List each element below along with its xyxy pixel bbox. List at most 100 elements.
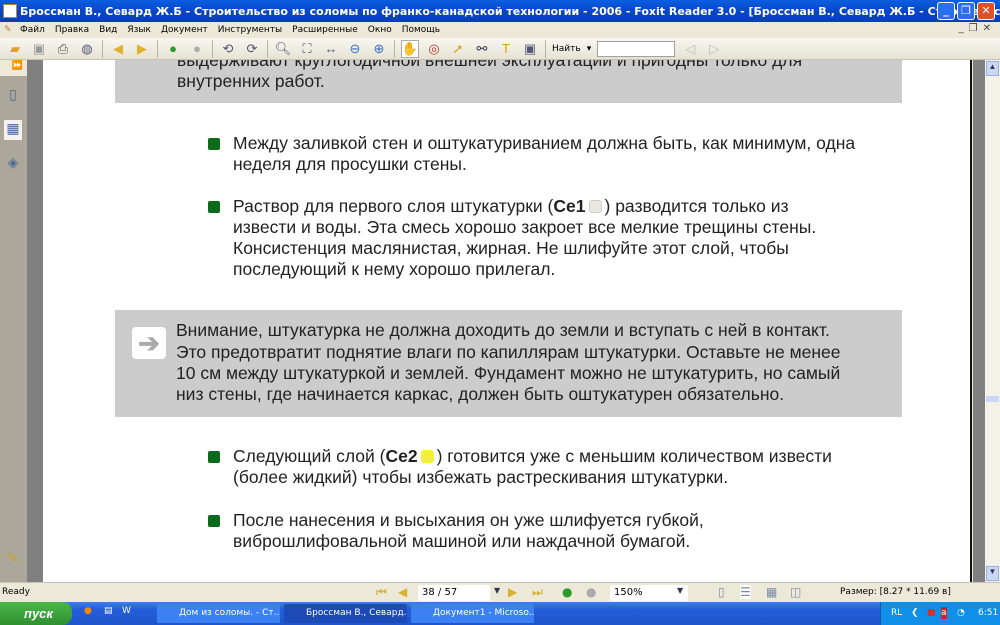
task-foxit[interactable]: Броссман В., Севард... [284,604,407,623]
menu-language[interactable]: Язык [127,25,151,35]
continuous-icon[interactable]: ☰ [740,585,751,599]
attachments-icon[interactable]: ✎ [4,550,22,570]
expand-pane-icon[interactable]: ⏩ [0,60,27,76]
find-label[interactable]: Найть [552,44,581,54]
save-icon[interactable]: ▣ [30,40,48,58]
rotate-right-icon[interactable]: ⟳ [243,40,261,58]
text-line: 10 см между штукатуркой и землей. Фундам… [176,363,841,383]
select-arrow-icon[interactable]: ➚ [449,40,467,58]
zoom-out-icon[interactable]: ⊖ [346,40,364,58]
hand-tool-icon[interactable]: ✋ [401,39,419,58]
warning-callout: ➔ Внимание, штукатурка не должна доходит… [115,310,902,417]
status-bar: Ready ⏮ ◀ 38 / 57 ▼ ▶ ⏭ ● ● 150% ▼ ▯ ☰ ▦… [0,582,1000,602]
color-swatch [420,450,434,463]
back-icon[interactable]: ● [562,585,572,599]
next-page-icon[interactable]: ▶ [508,585,517,599]
menu-advanced[interactable]: Расширенные [292,25,358,35]
fit-page-icon[interactable]: ⛶ [298,40,316,58]
find-input[interactable] [597,40,676,57]
firefox-icon[interactable]: ● [84,606,92,616]
bullet-icon [208,515,220,527]
find-dropdown-icon[interactable]: ▾ [587,44,592,54]
notepad-icon[interactable]: ▤ [104,606,113,616]
prev-page-icon[interactable]: ◀ [109,40,127,58]
glasses-icon[interactable]: ◎ [425,40,443,58]
text-line: (более жидкий) чтобы избежать растрескив… [233,467,729,487]
minimize-button[interactable]: _ [937,2,955,20]
text-line: неделя для просушки стены. [233,154,467,174]
page-number-input[interactable]: 38 / 57 [418,585,490,601]
close-button[interactable]: ✕ [977,2,995,20]
first-page-icon[interactable]: ⏮ [376,585,387,600]
layers-icon[interactable]: ◈ [4,154,22,174]
find-next-icon[interactable]: ▷ [705,40,723,58]
rotate-left-icon[interactable]: ⟲ [219,40,237,58]
continuous-facing-icon[interactable]: ◫ [790,585,801,599]
vertical-scrollbar[interactable]: ▲ ▼ [985,60,1000,582]
status-text: Ready [2,587,30,597]
text-line: Следующий слой (Се2) готовится уже с мен… [233,446,832,467]
text-line: Консистенция маслянистая, жирная. Не шли… [233,238,789,258]
last-page-icon[interactable]: ⏭ [532,585,543,600]
text-line: последующий к нему хорошо прилегал. [233,259,556,279]
menu-view[interactable]: Вид [99,25,117,35]
pdf-page: выдерживают круглогодичной внешней экспл… [43,60,972,582]
task-word[interactable]: Документ1 - Microso... [411,604,534,623]
facing-icon[interactable]: ▦ [766,585,777,599]
zoom-icon[interactable]: 🔍︎ [274,40,292,58]
menu-file[interactable]: Файл [20,25,45,35]
title-bar: Броссман В., Севард Ж.Б - Строительство … [0,0,1000,22]
snapshot-icon[interactable]: ▣ [521,40,539,58]
forward-icon[interactable]: ● [586,585,596,599]
text-select-icon[interactable]: T [497,40,515,58]
text-run: Следующий слой ( [233,446,386,466]
bookmarks-icon[interactable]: ▯ [4,86,22,106]
find-prev-icon[interactable]: ◁ [681,40,699,58]
chevron-down-icon[interactable]: ▼ [494,586,500,595]
language-indicator[interactable]: RL [891,602,902,625]
back-icon[interactable]: ● [164,40,182,58]
text-line: низ стены, где начинается каркас, должен… [176,384,785,404]
navigation-pane: ⏩ ▯ ▦ ◈ ✎ [0,60,27,582]
next-page-icon[interactable]: ▶ [133,40,151,58]
thumbnails-icon[interactable]: ▦ [4,120,22,140]
taskbar: пуск ● ▤ W Дом из соломы. - Ст... Броссм… [0,602,1000,625]
menu-edit[interactable]: Правка [55,25,89,35]
speaker-icon[interactable]: ◔ [957,602,965,625]
text-line: виброшлифовальной машиной или наждачной … [233,531,691,551]
scroll-up-icon[interactable]: ▲ [986,61,999,76]
text-line: Раствор для первого слоя штукатурки (Се1… [233,196,789,217]
fit-width-icon[interactable]: ↔ [322,40,340,58]
separator [102,39,103,58]
prev-page-icon[interactable]: ◀ [398,585,407,599]
open-icon[interactable]: ▰ [6,40,24,58]
start-button[interactable]: пуск [0,602,72,625]
forward-icon[interactable]: ● [188,40,206,58]
web-icon[interactable]: ◍ [78,40,96,58]
tray-expand-icon[interactable]: ❮ [911,602,919,625]
scroll-thumb[interactable] [986,396,999,402]
task-firefox[interactable]: Дом из соломы. - Ст... [157,604,280,623]
plaster-code: Се2 [385,446,418,466]
menu-window[interactable]: Окно [368,25,392,35]
menu-document[interactable]: Документ [161,25,208,35]
scroll-down-icon[interactable]: ▼ [986,566,999,581]
menu-help[interactable]: Помощь [402,25,440,35]
text-line: Это предотвратит поднятие влаги по капил… [176,342,841,362]
note-box: выдерживают круглогодичной внешней экспл… [115,60,902,103]
binoculars-icon[interactable]: ⚯ [473,40,491,58]
chevron-down-icon[interactable]: ▼ [677,586,683,595]
text-line: выдерживают круглогодичной внешней экспл… [177,60,803,70]
zoom-in-icon[interactable]: ⊕ [370,40,388,58]
page-gutter [973,60,985,582]
word-icon[interactable]: W [122,606,131,616]
antivirus-icon[interactable]: a [941,607,947,619]
task-label: Броссман В., Севард... [306,608,407,618]
foxit-app-icon [3,4,17,18]
restore-button[interactable]: ❐ [957,2,975,20]
mdi-controls[interactable]: _❐✕ [959,23,996,34]
network-icon[interactable]: ■ [927,602,936,625]
print-icon[interactable]: ⎙ [54,40,72,58]
menu-tools[interactable]: Инструменты [218,25,282,35]
single-page-icon[interactable]: ▯ [718,585,725,599]
